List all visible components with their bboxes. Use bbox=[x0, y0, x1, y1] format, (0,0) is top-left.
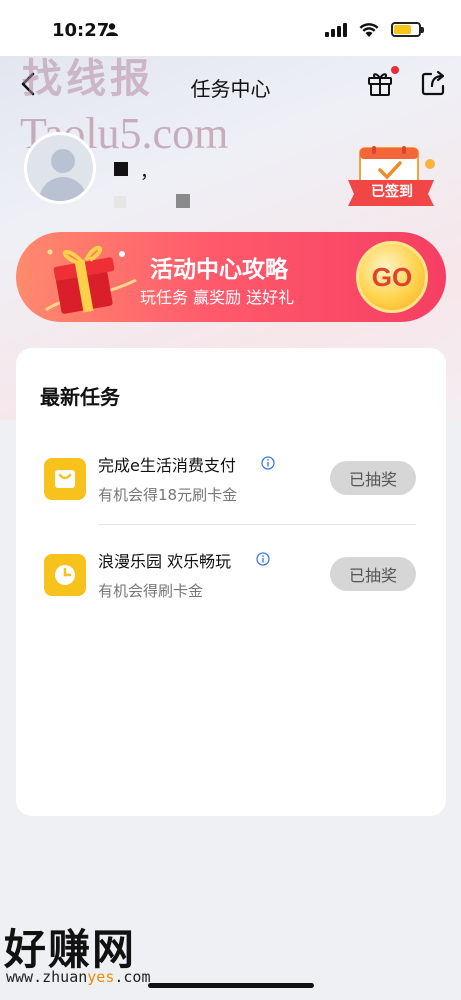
notification-dot bbox=[391, 66, 399, 74]
avatar-head bbox=[51, 149, 75, 173]
battery-icon bbox=[391, 22, 424, 37]
task-description: 有机会得刷卡金 bbox=[98, 582, 204, 600]
redacted-name-block bbox=[114, 162, 128, 176]
banner-subtitle: 玩任务 赢奖励 送好礼 bbox=[140, 288, 295, 307]
clock-icon bbox=[44, 554, 86, 596]
task-status-button[interactable]: 已抽奖 bbox=[330, 557, 416, 591]
go-button[interactable]: GO bbox=[356, 241, 428, 313]
avatar-body bbox=[39, 177, 87, 201]
redacted-info-block bbox=[176, 194, 190, 208]
divider bbox=[98, 524, 416, 525]
activity-center-banner[interactable]: 活动中心攻略 玩任务 赢奖励 送好礼 GO bbox=[16, 232, 446, 322]
watermark-url-highlight: yes bbox=[87, 968, 115, 986]
status-time: 10:27 bbox=[52, 20, 110, 41]
person-icon bbox=[106, 23, 118, 36]
avatar[interactable] bbox=[24, 132, 96, 204]
home-indicator[interactable] bbox=[148, 983, 314, 988]
task-name: 完成e生活消费支付 bbox=[98, 456, 236, 475]
cellular-signal-icon bbox=[325, 22, 347, 37]
wifi-icon bbox=[359, 23, 379, 37]
share-icon[interactable] bbox=[420, 69, 446, 97]
info-icon[interactable] bbox=[256, 552, 270, 566]
redacted-info-block bbox=[114, 196, 126, 208]
card-title: 最新任务 bbox=[40, 385, 120, 409]
info-icon[interactable] bbox=[261, 456, 275, 470]
task-name: 浪漫乐园 欢乐畅玩 bbox=[98, 552, 232, 571]
task-status-button[interactable]: 已抽奖 bbox=[330, 461, 416, 495]
task-description: 有机会得18元刷卡金 bbox=[98, 486, 238, 504]
watermark-url-suffix: .com bbox=[114, 968, 151, 986]
task-item[interactable]: 完成e生活消费支付 有机会得18元刷卡金 已抽奖 bbox=[16, 450, 446, 530]
watermark-text: 找线报 bbox=[22, 55, 154, 102]
task-item[interactable]: 浪漫乐园 欢乐畅玩 有机会得刷卡金 已抽奖 bbox=[16, 546, 446, 626]
gift-box-icon bbox=[45, 246, 137, 314]
gift-icon[interactable] bbox=[366, 69, 394, 97]
shopping-bag-icon bbox=[44, 458, 86, 500]
watermark-url: www.zhuanyes.com bbox=[6, 968, 151, 986]
banner-title: 活动中心攻略 bbox=[150, 257, 288, 283]
status-indicators bbox=[325, 22, 424, 37]
username-fragment: ， bbox=[140, 162, 158, 183]
signed-badge-label: 已签到 bbox=[371, 184, 413, 200]
watermark-url-prefix: www.zhuan bbox=[6, 968, 88, 986]
